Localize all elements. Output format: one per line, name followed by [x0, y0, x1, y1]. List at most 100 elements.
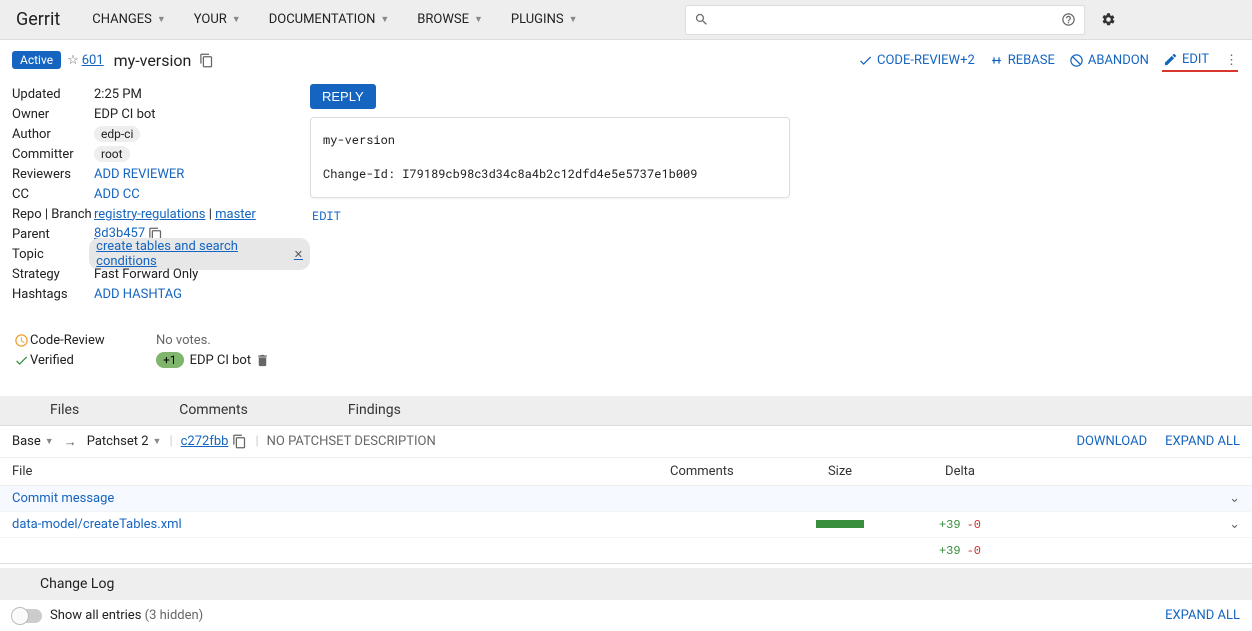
caret-icon: ▼ — [157, 14, 166, 25]
meta-value-updated: 2:25 PM — [94, 87, 142, 102]
meta-label-repo: Repo | Branch — [12, 207, 94, 222]
action-label: REBASE — [1008, 53, 1055, 68]
topic-link[interactable]: create tables and search conditions — [96, 239, 289, 269]
user-menu[interactable] — [1126, 6, 1236, 34]
col-size: Size — [780, 464, 900, 479]
chevron-down-icon[interactable]: ⌄ — [1229, 491, 1240, 506]
caret-icon: ▼ — [474, 14, 483, 25]
trash-icon[interactable] — [255, 353, 270, 368]
change-log-header: Change Log — [0, 568, 1252, 600]
nav-label: BROWSE — [417, 12, 469, 27]
change-actions: CODE-REVIEW+2 REBASE ABANDON EDIT ⋮ — [858, 52, 1240, 69]
more-menu-icon[interactable]: ⋮ — [1223, 53, 1240, 68]
change-log-controls: Show all entries (3 hidden) EXPAND ALL — [0, 600, 1252, 631]
change-subheader: Active ☆ 601 my-version CODE-REVIEW+2 RE… — [0, 44, 1252, 76]
meta-label-topic: Topic — [12, 247, 89, 262]
download-link[interactable]: DOWNLOAD — [1076, 434, 1147, 449]
delta-additions: +39 — [939, 518, 961, 532]
size-bar — [816, 520, 864, 528]
patchset-selector-row: Base▼ → Patchset 2▼ | c272fbb | NO PATCH… — [0, 426, 1252, 458]
brand-logo[interactable]: Gerrit — [16, 9, 60, 30]
edit-commit-msg-link[interactable]: EDIT — [312, 208, 341, 224]
tab-findings[interactable]: Findings — [298, 395, 451, 425]
help-icon[interactable] — [1061, 12, 1076, 27]
commit-msg-line: my-version — [323, 130, 777, 150]
vote-label-verified: Verified — [30, 353, 156, 368]
nav-label: YOUR — [194, 12, 227, 27]
branch-link[interactable]: master — [215, 207, 256, 222]
change-title: my-version — [114, 51, 192, 70]
hidden-count: (3 hidden) — [145, 608, 204, 623]
metadata-column: Updated2:25 PM OwnerEDP CI bot Authoredp… — [12, 84, 310, 370]
chevron-down-icon[interactable]: ⌄ — [1229, 517, 1240, 532]
meta-value-owner[interactable]: EDP CI bot — [94, 107, 156, 122]
meta-label-updated: Updated — [12, 87, 94, 102]
nav-documentation[interactable]: DOCUMENTATION▼ — [255, 0, 404, 40]
meta-label-cc: CC — [12, 187, 94, 202]
committer-chip[interactable]: root — [94, 146, 130, 162]
files-table: File Comments Size Delta Commit message … — [0, 458, 1252, 564]
star-icon[interactable]: ☆ — [67, 53, 79, 68]
caret-icon: ▼ — [380, 14, 389, 25]
total-deletions: -0 — [967, 544, 981, 558]
delta-deletions: -0 — [967, 518, 981, 532]
change-number-link[interactable]: 601 — [82, 53, 104, 68]
col-delta: Delta — [900, 464, 1020, 479]
abandon-action[interactable]: ABANDON — [1069, 53, 1149, 68]
action-label: ABANDON — [1088, 53, 1149, 68]
vote-by[interactable]: EDP CI bot — [190, 353, 252, 368]
commit-msg-line: Change-Id: I79189cb98c3d34c8a4b2c12dfd4e… — [323, 164, 777, 184]
total-additions: +39 — [939, 544, 961, 558]
commit-message-box[interactable]: my-version Change-Id: I79189cb98c3d34c8a… — [310, 117, 790, 198]
add-reviewer-link[interactable]: ADD REVIEWER — [94, 167, 184, 182]
patchset-select[interactable]: Patchset 2 — [87, 434, 149, 449]
file-tabs: Files Comments Findings — [0, 396, 1252, 426]
add-hashtag-link[interactable]: ADD HASHTAG — [94, 287, 182, 302]
patchset-sha-link[interactable]: c272fbb — [181, 434, 229, 449]
verified-vote-row: Verified +1 EDP CI bot — [12, 350, 310, 370]
main-nav: CHANGES▼ YOUR ▼ DOCUMENTATION▼ BROWSE ▼ PL… — [78, 0, 591, 40]
file-row[interactable]: data-model/createTables.xml +39 -0 ⌄ — [0, 512, 1252, 538]
code-review-action[interactable]: CODE-REVIEW+2 — [858, 53, 975, 68]
meta-value-strategy: Fast Forward Only — [94, 267, 198, 282]
copy-icon[interactable] — [199, 53, 214, 68]
caret-icon: ▼ — [569, 14, 578, 25]
expand-all-log-link[interactable]: EXPAND ALL — [1165, 608, 1240, 623]
rebase-action[interactable]: REBASE — [989, 53, 1055, 68]
author-chip[interactable]: edp-ci — [94, 126, 140, 142]
commit-message-link[interactable]: Commit message — [12, 491, 114, 506]
meta-label-owner: Owner — [12, 107, 94, 122]
nav-label: PLUGINS — [511, 12, 564, 27]
nav-changes[interactable]: CHANGES▼ — [78, 0, 180, 40]
nav-plugins[interactable]: PLUGINS ▼ — [497, 0, 592, 40]
copy-icon[interactable] — [232, 434, 247, 449]
reply-button[interactable]: REPLY — [310, 84, 376, 109]
vote-value-none: No votes. — [156, 333, 211, 348]
expand-all-link[interactable]: EXPAND ALL — [1165, 434, 1240, 449]
commit-message-column: REPLY my-version Change-Id: I79189cb98c3… — [310, 84, 790, 370]
tab-comments[interactable]: Comments — [129, 395, 298, 425]
remove-topic-icon[interactable]: ✕ — [294, 248, 303, 261]
nav-your[interactable]: YOUR ▼ — [180, 0, 255, 40]
search-input[interactable] — [717, 12, 1055, 27]
file-path-link[interactable]: data-model/createTables.xml — [12, 517, 182, 532]
no-patchset-desc: NO PATCHSET DESCRIPTION — [267, 434, 436, 449]
gear-icon[interactable] — [1101, 12, 1116, 27]
base-select[interactable]: Base — [12, 434, 41, 449]
edit-active-indicator — [1162, 70, 1238, 72]
tab-files[interactable]: Files — [0, 395, 129, 425]
file-row-total: +39 -0 — [0, 538, 1252, 564]
search-box[interactable] — [685, 5, 1085, 35]
repo-link[interactable]: registry-regulations — [94, 207, 205, 222]
show-all-toggle[interactable] — [12, 609, 42, 623]
edit-action[interactable]: EDIT — [1163, 52, 1209, 69]
show-all-label: Show all entries — [50, 608, 141, 623]
caret-icon: ▼ — [232, 14, 241, 25]
file-row-commit-message[interactable]: Commit message ⌄ — [0, 486, 1252, 512]
add-cc-link[interactable]: ADD CC — [94, 187, 140, 202]
topic-chip[interactable]: create tables and search conditions ✕ — [89, 238, 310, 270]
vote-label-code-review: Code-Review — [30, 333, 156, 348]
votes-section: Code-Review No votes. Verified +1 EDP CI… — [12, 330, 310, 370]
nav-browse[interactable]: BROWSE ▼ — [403, 0, 497, 40]
vote-score-chip: +1 — [156, 352, 184, 368]
